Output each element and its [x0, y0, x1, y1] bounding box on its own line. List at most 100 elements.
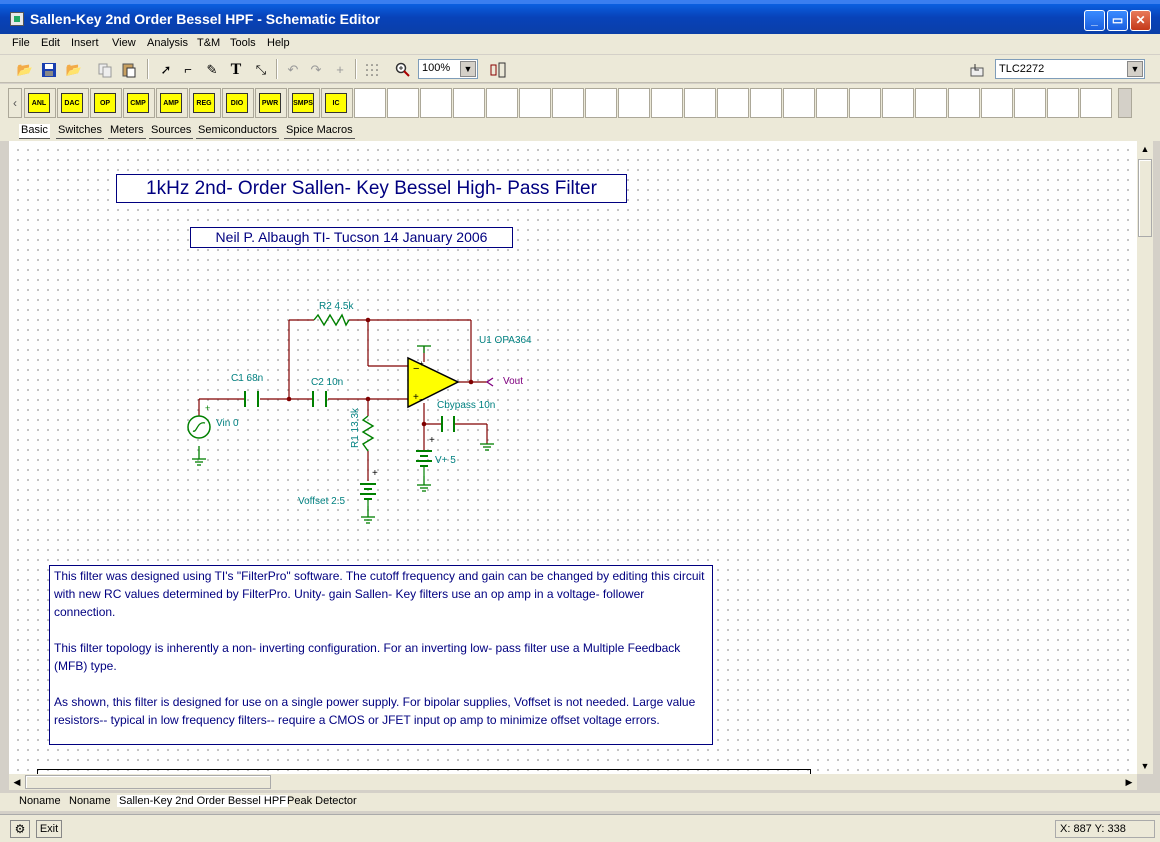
sheet-tab-noname-2[interactable]: Noname: [67, 795, 113, 807]
r1-resistor[interactable]: [361, 415, 375, 452]
open-icon[interactable]: 📂: [63, 59, 85, 80]
empty-component-slot: [1047, 88, 1079, 118]
tab-sources[interactable]: Sources: [149, 124, 194, 139]
empty-component-slot: [849, 88, 881, 118]
empty-component-slot: [981, 88, 1013, 118]
undo-icon[interactable]: ↶: [282, 59, 304, 80]
save-icon[interactable]: [38, 59, 60, 80]
sheet-tabs: Noname Noname Sallen-Key 2nd Order Besse…: [0, 793, 1160, 811]
component-scroll-left[interactable]: ‹: [8, 88, 22, 118]
horizontal-scrollbar[interactable]: ◀ ▶: [9, 774, 1137, 790]
circuit-icon[interactable]: ⚙: [10, 820, 30, 838]
chevron-down-icon[interactable]: ▼: [1127, 61, 1143, 77]
zoom-select[interactable]: 100% ▼: [418, 59, 478, 79]
scroll-down-icon[interactable]: ▼: [1137, 758, 1153, 774]
palette-tabs: Basic Switches Meters Sources Semiconduc…: [0, 121, 1160, 141]
c1-capacitor[interactable]: [244, 391, 259, 407]
vplus-battery[interactable]: [416, 450, 432, 476]
redo-icon[interactable]: ↷: [305, 59, 327, 80]
toolbar-separator: [147, 59, 149, 79]
part-search-icon[interactable]: [966, 59, 988, 80]
menu-insert[interactable]: Insert: [71, 37, 99, 49]
scroll-right-icon[interactable]: ▶: [1121, 774, 1137, 790]
component-icon: PWR: [259, 93, 281, 113]
tab-spice-macros[interactable]: Spice Macros: [284, 124, 355, 139]
sheet-tab-peak-detector[interactable]: Peak Detector: [285, 795, 359, 807]
description-box[interactable]: This filter was designed using TI's "Fil…: [49, 565, 713, 745]
vertical-scroll-thumb[interactable]: [1138, 159, 1152, 237]
r1-label: R1 13.3k: [350, 407, 361, 448]
minimize-button[interactable]: _: [1084, 10, 1105, 31]
menu-analysis[interactable]: Analysis: [147, 37, 188, 49]
empty-component-slot: [882, 88, 914, 118]
restore-button[interactable]: ▭: [1107, 10, 1128, 31]
wire-icon[interactable]: ⌐: [177, 59, 199, 80]
empty-component-slot: [354, 88, 386, 118]
app-icon[interactable]: [10, 12, 24, 26]
scroll-up-icon[interactable]: ▲: [1137, 141, 1153, 157]
component-icon: IC: [325, 93, 347, 113]
pointer-icon[interactable]: ➚: [155, 59, 177, 80]
r2-resistor[interactable]: [313, 313, 350, 327]
empty-component-slot: [783, 88, 815, 118]
scroll-left-icon[interactable]: ◀: [9, 774, 25, 790]
svg-text:+: +: [419, 359, 424, 368]
tab-switches[interactable]: Switches: [56, 124, 105, 139]
hierarchy-icon[interactable]: [487, 59, 509, 80]
part-select[interactable]: TLC2272 ▼: [995, 59, 1145, 79]
c2-capacitor[interactable]: [312, 391, 327, 407]
cross-icon[interactable]: +: [329, 59, 351, 80]
description-paragraph-3: As shown, this filter is designed for us…: [54, 695, 696, 727]
svg-text:+: +: [429, 435, 435, 446]
menu-edit[interactable]: Edit: [41, 37, 60, 49]
horizontal-scroll-thumb[interactable]: [25, 775, 271, 789]
menu-file[interactable]: File: [12, 37, 30, 49]
text-icon[interactable]: T: [225, 59, 247, 80]
vout-label: Vout: [503, 376, 523, 387]
menu-tm[interactable]: T&M: [197, 37, 220, 49]
coordinate-readout: X: 887 Y: 338: [1055, 820, 1155, 838]
menu-help[interactable]: Help: [267, 37, 290, 49]
cbypass-label: Cbypass 10n: [437, 400, 495, 411]
tab-meters[interactable]: Meters: [108, 124, 146, 139]
component-scroll-right[interactable]: [1118, 88, 1132, 118]
tab-basic[interactable]: Basic: [19, 124, 50, 139]
menu-tools[interactable]: Tools: [230, 37, 256, 49]
sheet-tab-sallen-key[interactable]: Sallen-Key 2nd Order Bessel HPF: [117, 795, 288, 807]
empty-component-slot: [420, 88, 452, 118]
grid-icon[interactable]: [361, 59, 383, 80]
pencil-icon[interactable]: ✎: [201, 59, 223, 80]
tab-semiconductors[interactable]: Semiconductors: [196, 124, 279, 139]
empty-component-slot: [750, 88, 782, 118]
exit-button[interactable]: Exit: [36, 820, 62, 838]
menu-view[interactable]: View: [112, 37, 136, 49]
empty-component-slot: [915, 88, 947, 118]
voffset-battery[interactable]: [360, 483, 376, 506]
vout-arrow: [485, 377, 494, 387]
open-folder-icon[interactable]: 📂: [14, 59, 36, 80]
empty-component-slot: [816, 88, 848, 118]
schematic-canvas[interactable]: 1kHz 2nd- Order Sallen- Key Bessel High-…: [9, 141, 1137, 774]
cbypass-capacitor[interactable]: [441, 416, 455, 432]
component-icon: DAC: [61, 93, 83, 113]
svg-text:+: +: [205, 403, 210, 413]
sheet-tab-noname-1[interactable]: Noname: [17, 795, 63, 807]
paste-icon[interactable]: [118, 59, 140, 80]
delete-wire-icon[interactable]: ⤡: [250, 59, 272, 80]
empty-component-slot: [453, 88, 485, 118]
zoom-icon[interactable]: [392, 59, 414, 80]
menu-bar: File Edit Insert View Analysis T&M Tools…: [0, 34, 1160, 54]
empty-component-slot: [717, 88, 749, 118]
status-bar: ⚙ Exit X: 887 Y: 338: [0, 814, 1160, 842]
title-bar[interactable]: Sallen-Key 2nd Order Bessel HPF - Schema…: [0, 0, 1160, 34]
empty-component-slot: [1080, 88, 1112, 118]
r2-label: R2 4.5k: [319, 301, 354, 312]
description-paragraph-2: This filter topology is inherently a non…: [54, 641, 681, 673]
copy-icon[interactable]: [94, 59, 116, 80]
close-button[interactable]: ✕: [1130, 10, 1151, 31]
component-icon: AMP: [160, 93, 182, 113]
chevron-down-icon[interactable]: ▼: [460, 61, 476, 77]
vertical-scrollbar[interactable]: ▲ ▼: [1137, 141, 1153, 774]
component-icon: SMPS: [292, 93, 314, 113]
component-icon: DIO: [226, 93, 248, 113]
